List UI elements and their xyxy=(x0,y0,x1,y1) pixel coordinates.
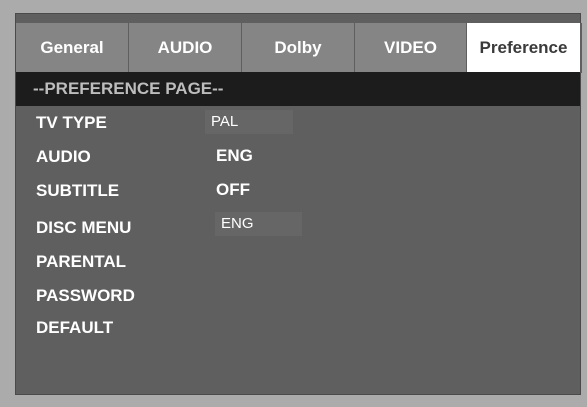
setting-row-audio[interactable]: AUDIO ENG xyxy=(16,140,580,174)
setting-row-default[interactable]: DEFAULT xyxy=(16,310,580,344)
tab-video[interactable]: VIDEO xyxy=(355,23,467,73)
setting-value-subtitle[interactable]: OFF xyxy=(216,178,250,202)
setting-row-password[interactable]: PASSWORD xyxy=(16,276,580,310)
setting-row-tv-type[interactable]: TV TYPE PAL xyxy=(16,106,580,140)
tab-dolby[interactable]: Dolby xyxy=(242,23,355,73)
setup-tab-bar: General AUDIO Dolby VIDEO Preference xyxy=(16,23,582,73)
setting-value-audio[interactable]: ENG xyxy=(216,144,253,168)
tab-audio[interactable]: AUDIO xyxy=(129,23,242,73)
setting-row-disc-menu[interactable]: DISC MENU ENG xyxy=(16,208,580,242)
setting-row-subtitle[interactable]: SUBTITLE OFF xyxy=(16,174,580,208)
setting-value-tv-type[interactable]: PAL xyxy=(205,110,293,134)
setting-label: DEFAULT xyxy=(36,318,114,337)
setting-label: AUDIO xyxy=(36,147,91,166)
setting-label: PARENTAL xyxy=(36,252,127,271)
tab-preference[interactable]: Preference xyxy=(467,23,580,73)
dvd-setup-screen: General AUDIO Dolby VIDEO Preference --P… xyxy=(15,13,582,395)
setting-label: TV TYPE xyxy=(36,113,107,132)
setting-label: PASSWORD xyxy=(36,286,135,305)
setting-label: DISC MENU xyxy=(36,218,132,237)
tab-general[interactable]: General xyxy=(16,23,129,73)
page-title: --PREFERENCE PAGE-- xyxy=(16,72,580,106)
setting-value-disc-menu[interactable]: ENG xyxy=(215,212,302,236)
setting-label: SUBTITLE xyxy=(36,181,120,200)
setting-row-parental[interactable]: PARENTAL xyxy=(16,242,580,276)
